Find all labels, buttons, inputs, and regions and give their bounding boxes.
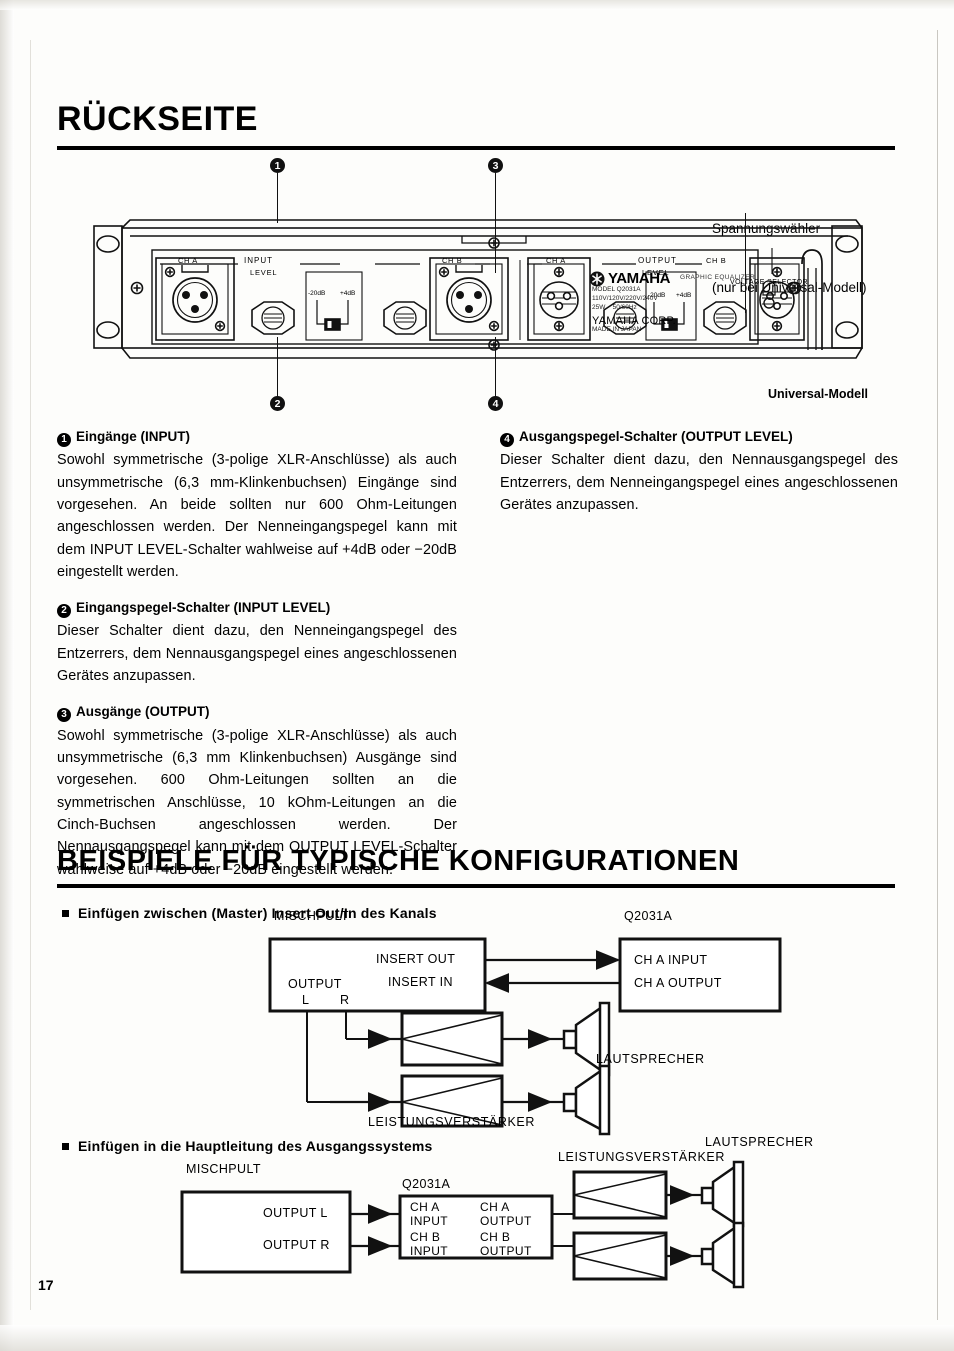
scan-edge-top xyxy=(0,0,954,10)
panel-input-switch-high: +4dB xyxy=(340,290,356,297)
diagram-2-ch-a-input-label: CH A INPUT xyxy=(410,1200,448,1229)
right-text-column: 4 Ausgangspegel-Schalter (OUTPUT LEVEL) … xyxy=(500,428,898,516)
diagram-1-speaker-caption: LAUTSPRECHER xyxy=(596,1052,705,1066)
section-2-heading: 2 Eingangspegel-Schalter (INPUT LEVEL) xyxy=(57,599,457,619)
diagram-1-ch-a-input-label: CH A INPUT xyxy=(634,953,708,967)
manual-page: RÜCKSEITE 1 3 Spannungswähler (nur bei U… xyxy=(0,0,954,1351)
diagram-2-ch-a-output-label: CH A OUTPUT xyxy=(480,1200,532,1229)
diagram-2-output-l-label: OUTPUT L xyxy=(263,1206,328,1220)
page-number: 17 xyxy=(38,1277,54,1293)
title-rule xyxy=(57,146,895,150)
bullet-square-icon-2 xyxy=(62,1142,69,1150)
callout-1: 1 xyxy=(270,158,285,173)
section-3-heading: 3 Ausgänge (OUTPUT) xyxy=(57,703,457,723)
diagram-1-insert-in-label: INSERT IN xyxy=(388,975,453,989)
diagram-1-subheading-text: Einfügen zwischen (Master) Insert Out/In… xyxy=(78,905,437,921)
section-2-title: Eingangspegel-Schalter (INPUT LEVEL) xyxy=(76,600,331,616)
left-text-column: 1 Eingänge (INPUT) Sowohl symmetrische (… xyxy=(57,428,457,881)
scan-edge-left xyxy=(0,0,14,1351)
diagram-2-eq-label: Q2031A xyxy=(402,1177,451,1191)
section-4-body: Dieser Schalter dient dazu, den Nennausg… xyxy=(500,452,898,513)
callout-2: 2 xyxy=(270,396,285,411)
section-4-title: Ausgangspegel-Schalter (OUTPUT LEVEL) xyxy=(519,429,793,444)
panel-output-group-label: OUTPUT xyxy=(638,256,677,265)
panel-plate-voltage: 110V/120V/220V/240V xyxy=(592,295,658,302)
diagram-1-output-r-label: R xyxy=(340,993,350,1007)
panel-input-group-label: INPUT xyxy=(244,256,273,265)
section-3-number: 3 xyxy=(57,708,71,723)
scan-hairline-left xyxy=(30,40,31,1310)
panel-plate-power: 25W 50/60Hz xyxy=(592,304,637,311)
panel-output-ch-b-label: CH B xyxy=(706,256,727,265)
diagram-1-ch-a-output-label: CH A OUTPUT xyxy=(634,976,722,990)
diagram-2-mixer-label: MISCHPULT xyxy=(186,1162,261,1176)
section-2-body: Dieser Schalter dient dazu, den Nenneing… xyxy=(57,623,457,685)
diagram-1-insert-out-label: INSERT OUT xyxy=(376,952,456,966)
panel-output-ch-a-label: CH A xyxy=(546,256,566,265)
diagram-1-mixer-label: MISCHPULT xyxy=(274,909,349,923)
panel-input-ch-a-label: CH A xyxy=(178,256,198,265)
panel-plate-origin: MADE IN JAPAN xyxy=(592,326,642,333)
panel-input-switch-low: -20dB xyxy=(308,290,326,297)
diagram-2-ch-b-input-label: CH B INPUT xyxy=(410,1230,448,1259)
section-3-title: Ausgänge (OUTPUT) xyxy=(76,704,210,720)
diagram-1-eq-label: Q2031A xyxy=(624,909,673,923)
diagram-2: MISCHPULT Q2031A OUTPUT L OUTPUT R CH A … xyxy=(178,1135,813,1303)
diagram-1-output-label: OUTPUT xyxy=(288,977,342,991)
section-4-number: 4 xyxy=(500,433,514,447)
diagram-1: MISCHPULT Q2031A INSERT OUT INSERT IN OU… xyxy=(250,909,810,1136)
scan-hairline-right xyxy=(937,30,938,1320)
callout-3: 3 xyxy=(488,158,503,173)
bullet-square-icon xyxy=(62,909,69,917)
universal-model-label: Universal-Modell xyxy=(768,387,869,401)
section-2-number: 2 xyxy=(57,604,71,619)
callout-4-leader xyxy=(495,337,497,397)
page-title-beispiele: BEISPIELE FÜR TYPISCHE KONFIGURATIONEN xyxy=(57,845,740,877)
diagram-1-amp-caption: LEISTUNGSVERSTÄRKER xyxy=(368,1115,535,1129)
section-1-heading: 1 Eingänge (INPUT) xyxy=(57,428,457,447)
diagram-2-output-r-label: OUTPUT R xyxy=(263,1238,330,1252)
rear-panel-illustration: INPUT LEVEL CH A CH B -20dB +4dB OUTPUT … xyxy=(90,212,890,372)
diagram-2-amp-caption: LEISTUNGSVERSTÄRKER xyxy=(558,1150,725,1164)
diagram-2-ch-b-output-label: CH B OUTPUT xyxy=(480,1230,532,1259)
panel-plate-model: MODEL Q2031A xyxy=(592,286,641,293)
section-1-number: 1 xyxy=(57,433,71,447)
page-title-rueckseite: RÜCKSEITE xyxy=(57,100,258,138)
panel-input-level-label: LEVEL xyxy=(250,268,278,277)
section-1-body: Sowohl symmetrische (3-polige XLR-Anschl… xyxy=(57,452,457,580)
panel-output-switch-high: +4dB xyxy=(676,292,692,299)
section-4-heading: 4 Ausgangspegel-Schalter (OUTPUT LEVEL) xyxy=(500,428,898,447)
callout-2-leader xyxy=(277,337,279,397)
diagram-1-subheading: Einfügen zwischen (Master) Insert Out/In… xyxy=(62,905,437,921)
panel-input-ch-b-label: CH B xyxy=(442,256,463,265)
section-1-title: Eingänge (INPUT) xyxy=(76,429,190,444)
panel-voltage-selector-label: VOLTAGE SELECTOR xyxy=(730,279,808,286)
diagram-2-subheading-text: Einfügen in die Hauptleitung des Ausgang… xyxy=(78,1138,433,1154)
diagram-2-speaker-caption: LAUTSPRECHER xyxy=(705,1135,814,1149)
examples-rule xyxy=(57,884,895,888)
diagram-1-output-l-label: L xyxy=(302,993,310,1007)
callout-4: 4 xyxy=(488,396,503,411)
diagram-2-subheading: Einfügen in die Hauptleitung des Ausgang… xyxy=(62,1138,432,1154)
scan-edge-bottom xyxy=(0,1325,954,1351)
